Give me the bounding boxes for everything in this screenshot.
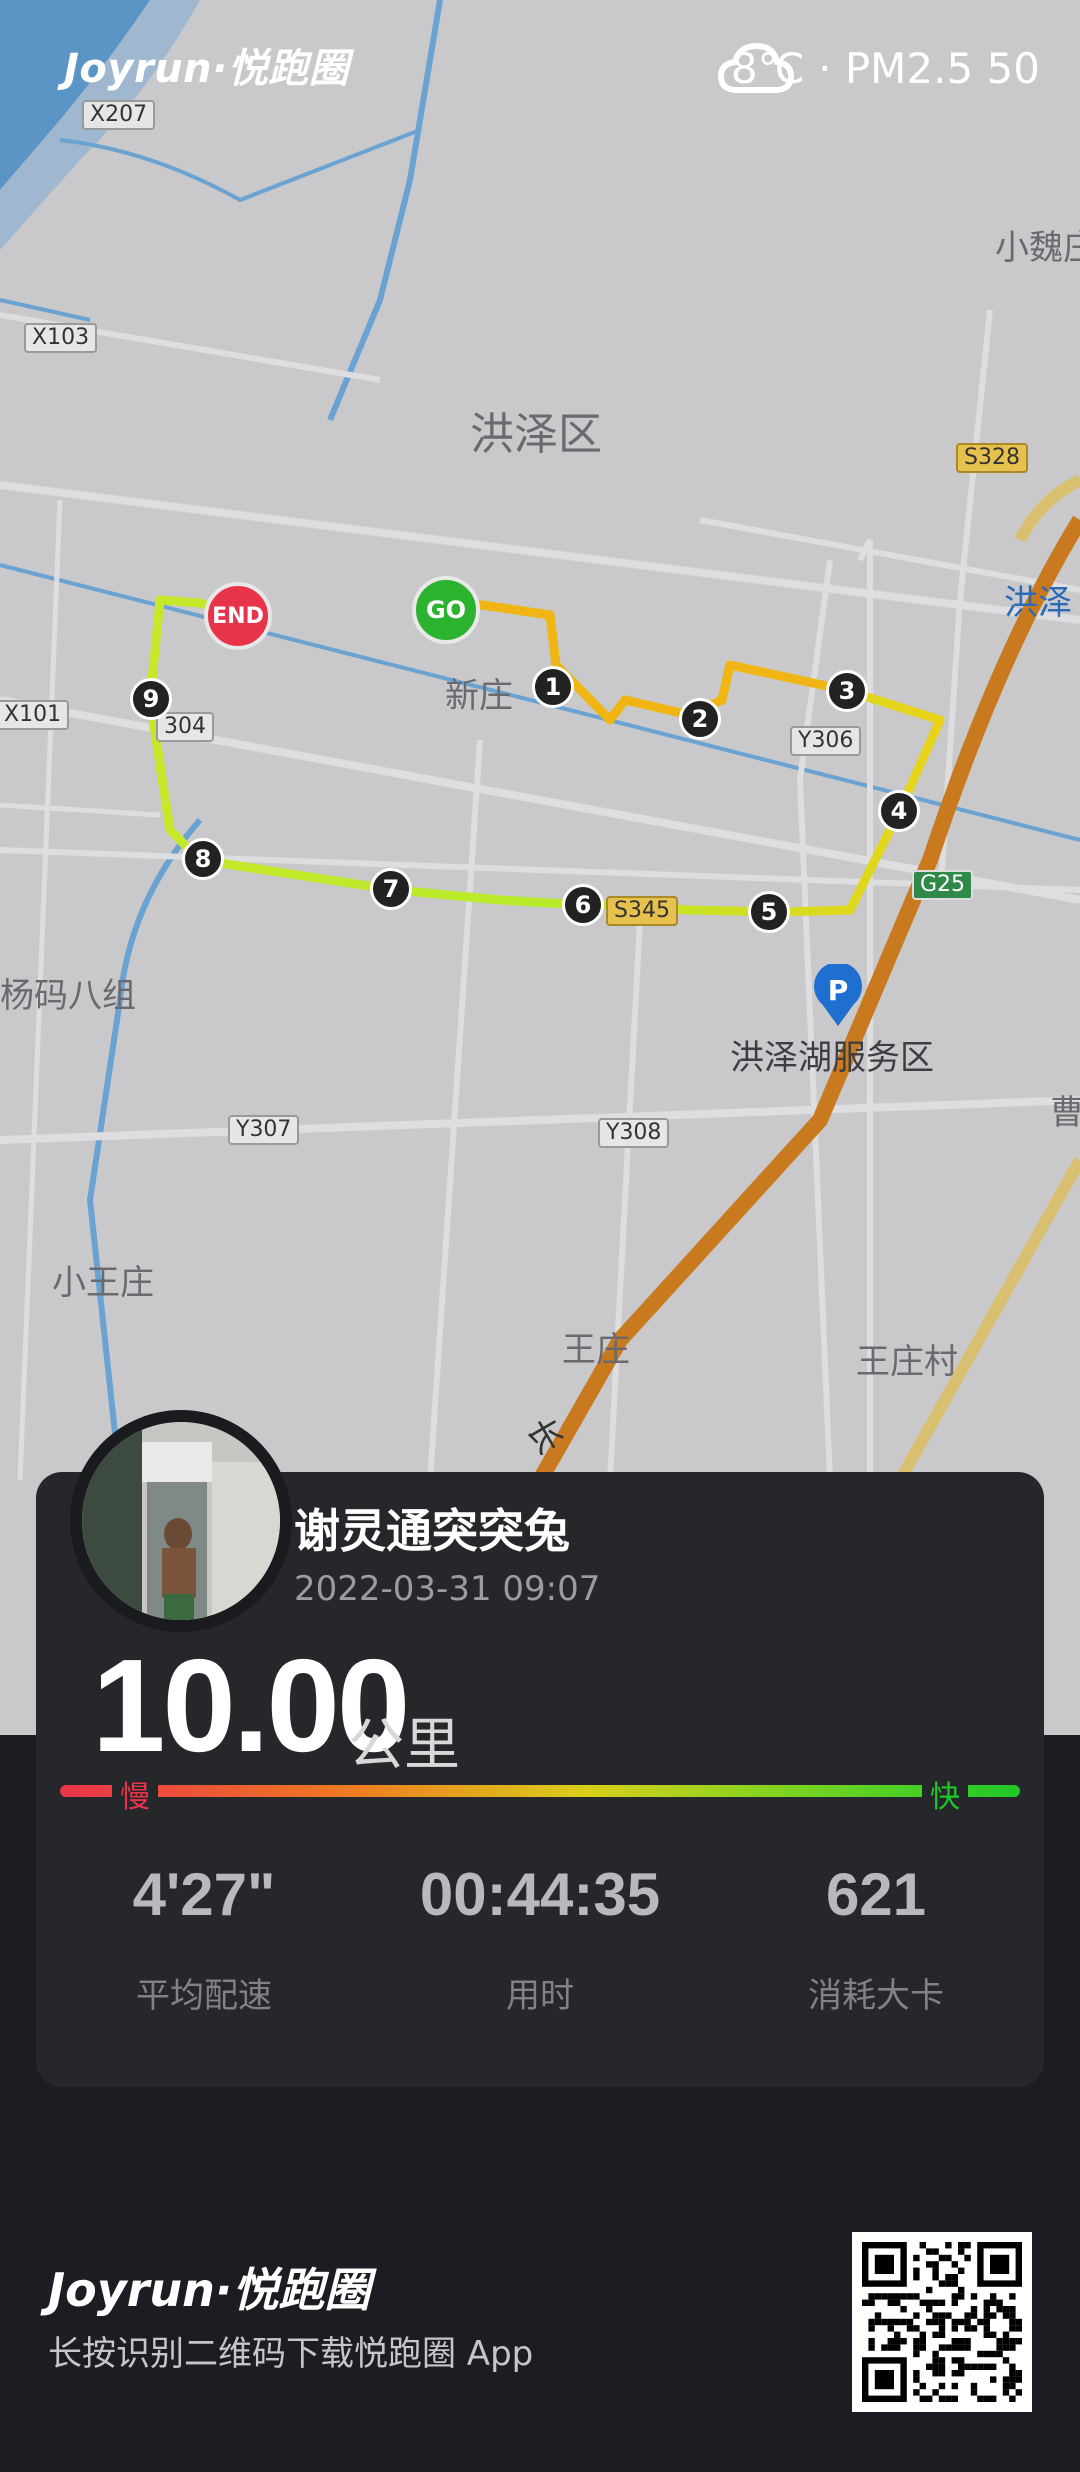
start-marker[interactable]: GO	[412, 576, 480, 644]
km-marker[interactable]: 6	[562, 884, 604, 926]
run-datetime: 2022-03-31 09:07	[294, 1569, 601, 1609]
avg-pace-value: 4'27"	[132, 1861, 276, 1928]
road-tag: G25	[912, 870, 974, 900]
map-label: 小王庄	[52, 1263, 154, 1303]
calories-value: 621	[825, 1861, 927, 1928]
road-tag: X207	[82, 100, 156, 130]
map-label: 新庄	[445, 676, 513, 716]
road-tag: X101	[0, 700, 70, 730]
distance-unit: 公里	[348, 1713, 460, 1778]
end-marker[interactable]: END	[204, 582, 272, 650]
km-marker[interactable]: 1	[532, 666, 574, 708]
map-label: 曹	[1050, 1093, 1080, 1133]
road-tag: S328	[956, 443, 1028, 473]
weather-widget: 8℃ · PM2.5 50	[717, 40, 1040, 96]
fast-label: 快	[922, 1772, 968, 1816]
pace-gradient-bar	[60, 1782, 1020, 1797]
km-marker[interactable]: 5	[748, 891, 790, 933]
km-marker[interactable]: 9	[130, 678, 172, 720]
km-marker[interactable]: 8	[182, 838, 224, 880]
km-marker[interactable]: 7	[370, 868, 412, 910]
road-tag: 304	[156, 712, 214, 742]
map-label: 洪泽	[1004, 583, 1072, 623]
map-label: 洪泽湖服务区	[730, 1038, 934, 1078]
km-marker[interactable]: 3	[826, 670, 868, 712]
map-label: 王庄村	[856, 1342, 958, 1382]
username: 谢灵通突突兔	[294, 1504, 570, 1558]
avg-pace-label: 平均配速	[136, 1976, 272, 2016]
calories-label: 消耗大卡	[808, 1976, 944, 2016]
km-marker[interactable]: 2	[679, 698, 721, 740]
map-label: 小魏庄	[995, 228, 1080, 268]
road-tag: Y306	[790, 726, 862, 756]
duration-label: 用时	[506, 1976, 574, 2016]
km-marker[interactable]: 4	[878, 790, 920, 832]
footer-logo: Joyrun·悦跑圈	[48, 2263, 371, 2317]
parking-icon[interactable]: P	[812, 964, 864, 1028]
road-tag: S345	[606, 896, 678, 926]
slow-label: 慢	[112, 1772, 158, 1816]
road-tag: X103	[24, 323, 98, 353]
map-label: 杨码八组	[0, 976, 136, 1016]
svg-text:P: P	[828, 974, 849, 1007]
brand-logo: Joyrun·悦跑圈	[64, 46, 350, 92]
road-tag: Y307	[228, 1115, 300, 1145]
duration-value: 00:44:35	[419, 1861, 661, 1928]
map-label: 王庄	[562, 1330, 630, 1370]
download-hint: 长按识别二维码下载悦跑圈 App	[48, 2334, 534, 2374]
qr-code[interactable]	[852, 2232, 1032, 2412]
map-label: 洪泽区	[470, 409, 602, 460]
road-tag: Y308	[598, 1118, 670, 1148]
avatar[interactable]	[82, 1422, 280, 1620]
